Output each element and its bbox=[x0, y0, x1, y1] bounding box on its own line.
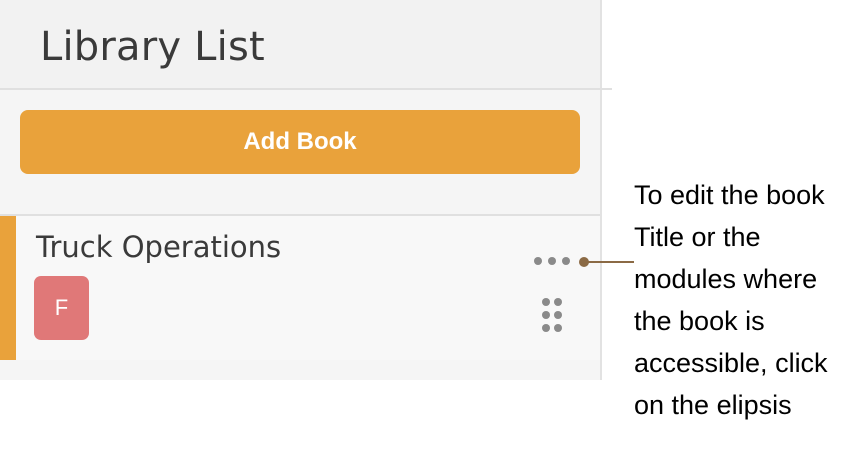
ellipsis-icon[interactable] bbox=[534, 252, 570, 270]
book-list-item[interactable]: Truck Operations F bbox=[0, 216, 600, 362]
drag-dot bbox=[542, 298, 550, 306]
panel-header: Library List bbox=[0, 0, 600, 90]
drag-dot bbox=[554, 311, 562, 319]
ellipsis-dot bbox=[534, 257, 542, 265]
avatar: F bbox=[34, 276, 89, 340]
ellipsis-dot bbox=[562, 257, 570, 265]
screenshot-stage: Library List Add Book Truck Operations F bbox=[0, 0, 856, 460]
page-title: Library List bbox=[40, 24, 265, 70]
add-book-button[interactable]: Add Book bbox=[20, 110, 580, 174]
add-book-section: Add Book bbox=[0, 90, 600, 216]
next-list-item bbox=[0, 360, 600, 380]
divider bbox=[600, 88, 612, 90]
ellipsis-dot bbox=[548, 257, 556, 265]
drag-handle-icon[interactable] bbox=[540, 298, 564, 334]
drag-dot bbox=[542, 324, 550, 332]
drag-dot bbox=[554, 298, 562, 306]
book-title: Truck Operations bbox=[36, 230, 282, 264]
library-panel: Library List Add Book Truck Operations F bbox=[0, 0, 602, 380]
drag-dot bbox=[554, 324, 562, 332]
selected-indicator bbox=[0, 216, 16, 360]
drag-dot bbox=[542, 311, 550, 319]
annotation-callout: To edit the book Title or the modules wh… bbox=[634, 180, 828, 420]
